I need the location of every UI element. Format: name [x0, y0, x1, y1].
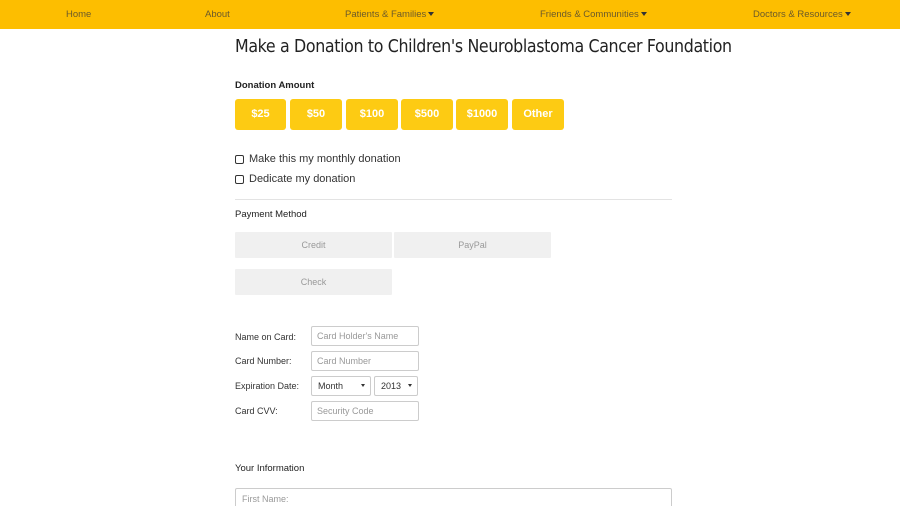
nav-patients-dropdown[interactable]: Patients & Families	[345, 0, 435, 29]
expiration-date-label: Expiration Date:	[235, 381, 300, 391]
dropdown-arrow-icon	[361, 384, 365, 387]
caret-down-icon	[844, 12, 851, 16]
expiration-month-value: Month	[318, 381, 344, 391]
monthly-donation-label: Make this my monthly donation	[249, 153, 401, 165]
payment-paypal-button[interactable]: PayPal	[394, 232, 551, 258]
nav-patients-label: Patients & Families	[345, 9, 427, 20]
caret-down-icon	[428, 12, 435, 16]
dedicate-donation-checkbox[interactable]	[235, 174, 244, 184]
name-on-card-label: Name on Card:	[235, 332, 297, 342]
expiration-year-value: 2013	[381, 381, 402, 391]
top-navbar: Home About Patients & Families Friends &…	[0, 0, 900, 29]
nav-doctors-dropdown[interactable]: Doctors & Resources	[753, 0, 851, 29]
dedicate-donation-option[interactable]: Dedicate my donation	[235, 172, 355, 186]
expiration-year-select[interactable]: 2013	[374, 376, 418, 396]
amount-1000-button[interactable]: $1000	[456, 99, 508, 130]
section-divider	[235, 199, 672, 200]
payment-credit-button[interactable]: Credit	[235, 232, 392, 258]
monthly-donation-checkbox[interactable]	[235, 154, 244, 164]
nav-home-link[interactable]: Home	[66, 0, 91, 29]
monthly-donation-option[interactable]: Make this my monthly donation	[235, 152, 401, 166]
amount-other-button[interactable]: Other	[512, 99, 564, 130]
card-cvv-input[interactable]	[311, 401, 419, 421]
dedicate-donation-label: Dedicate my donation	[249, 173, 356, 185]
first-name-input[interactable]	[235, 488, 672, 506]
caret-down-icon	[640, 12, 647, 16]
amount-500-button[interactable]: $500	[401, 99, 453, 130]
page-title: Make a Donation to Children's Neuroblast…	[235, 36, 732, 57]
card-cvv-label: Card CVV:	[235, 406, 278, 416]
nav-about-link[interactable]: About	[205, 0, 230, 29]
card-number-input[interactable]	[311, 351, 419, 371]
nav-doctors-label: Doctors & Resources	[753, 9, 843, 20]
amount-100-button[interactable]: $100	[346, 99, 398, 130]
nav-friends-label: Friends & Communities	[540, 9, 639, 20]
your-information-label: Your Information	[235, 463, 305, 474]
donation-amount-label: Donation Amount	[235, 80, 315, 91]
amount-25-button[interactable]: $25	[235, 99, 286, 130]
payment-method-label: Payment Method	[235, 209, 307, 220]
nav-friends-dropdown[interactable]: Friends & Communities	[540, 0, 647, 29]
amount-50-button[interactable]: $50	[290, 99, 342, 130]
expiration-month-select[interactable]: Month	[311, 376, 371, 396]
dropdown-arrow-icon	[408, 384, 412, 387]
card-holder-name-input[interactable]	[311, 326, 419, 346]
card-number-label: Card Number:	[235, 356, 292, 366]
payment-check-button[interactable]: Check	[235, 269, 392, 295]
